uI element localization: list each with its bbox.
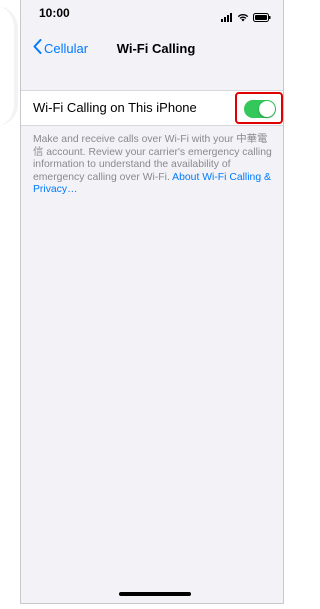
wifi-calling-row: Wi-Fi Calling on This iPhone <box>21 90 283 126</box>
toggle-knob <box>259 101 275 117</box>
wifi-calling-toggle[interactable] <box>244 100 276 118</box>
decorative-curve <box>0 6 18 126</box>
page-title: Wi-Fi Calling <box>116 41 196 56</box>
highlight-box <box>235 92 283 124</box>
wifi-calling-description: Make and receive calls over Wi-Fi with y… <box>33 134 273 197</box>
status-icons <box>221 9 271 27</box>
signal-icon <box>221 9 233 27</box>
status-bar: 10:00 <box>21 0 283 30</box>
battery-icon <box>253 9 271 27</box>
home-indicator[interactable] <box>119 592 191 596</box>
wifi-icon <box>237 9 249 27</box>
navigation-bar: Cellular Wi-Fi Calling <box>21 30 283 74</box>
status-time: 10:00 <box>39 6 70 20</box>
wifi-calling-label: Wi-Fi Calling on This iPhone <box>33 100 197 115</box>
phone-screen: 10:00 Cellular Wi-Fi Calling Wi-Fi Calli… <box>20 0 284 604</box>
